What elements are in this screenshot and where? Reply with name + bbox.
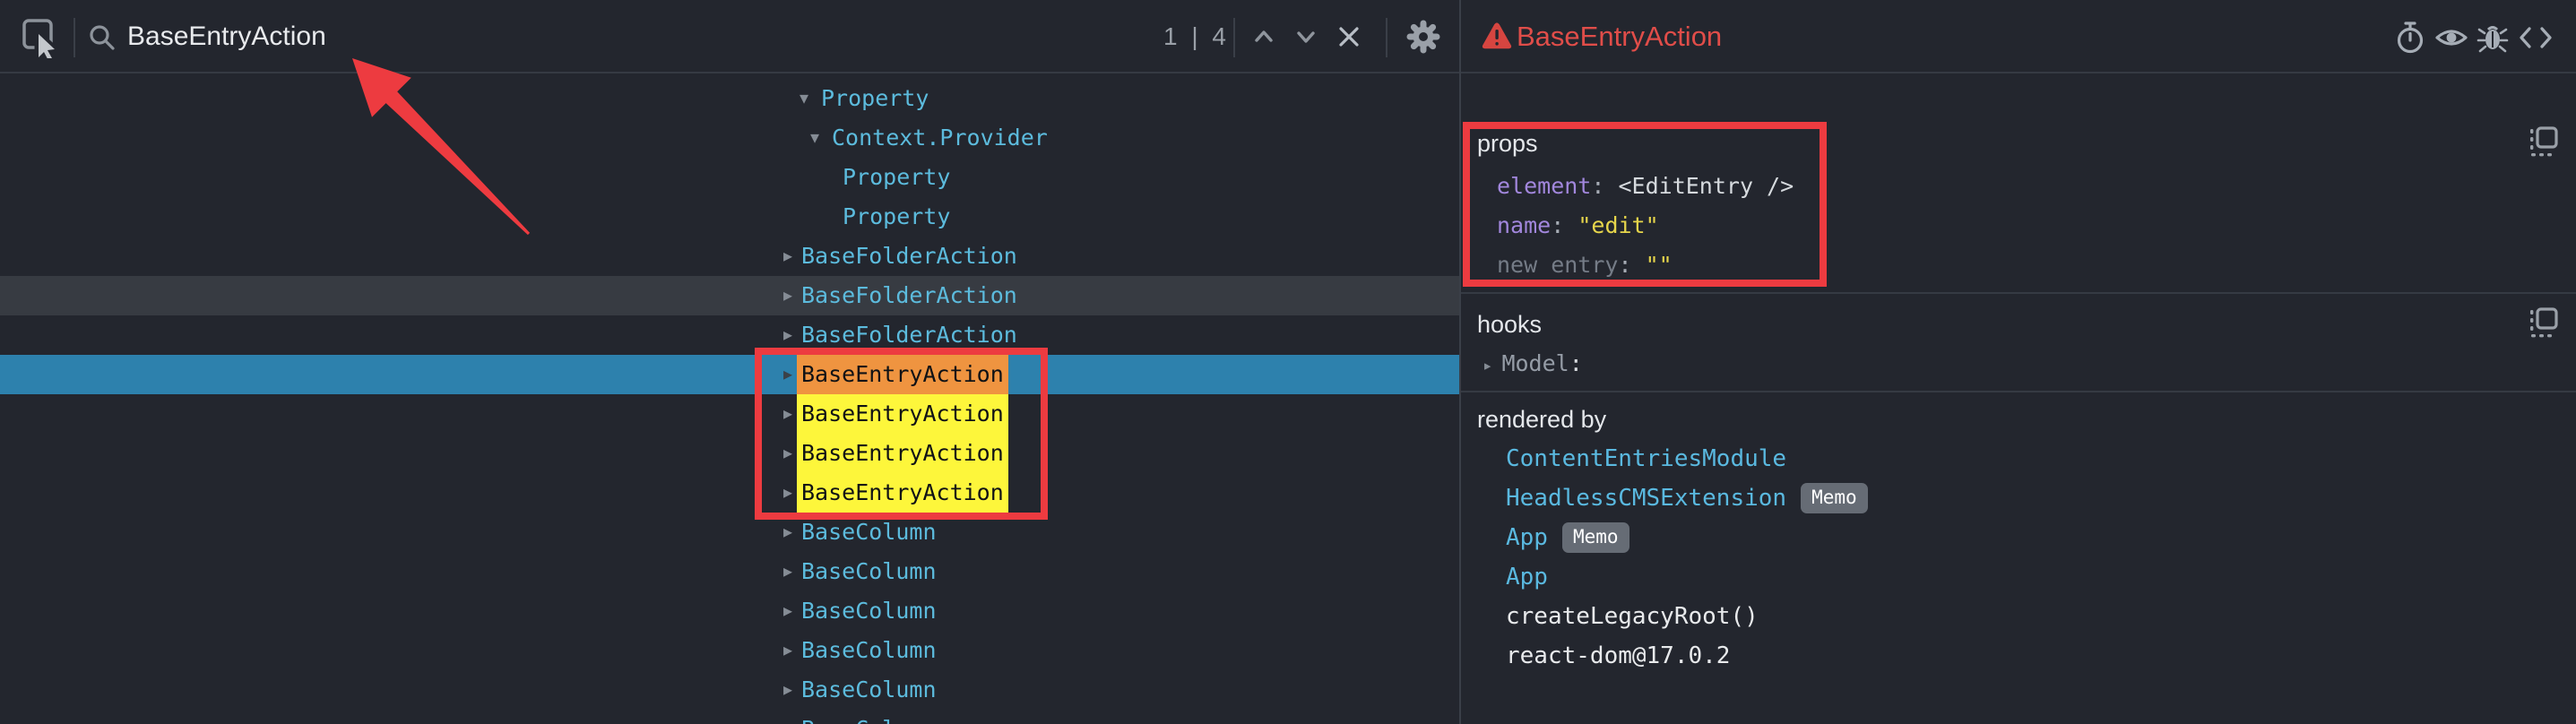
chevron-right-icon[interactable]: ▸ [783, 237, 792, 276]
selected-component-title: BaseEntryAction [1517, 0, 1722, 73]
selected-element-header: BaseEntryAction [1461, 0, 2576, 73]
tree-row[interactable]: ▾ Property [0, 79, 1459, 118]
chevron-right-icon[interactable]: ▸ [783, 710, 792, 724]
copy-hooks-button[interactable] [2528, 306, 2560, 340]
chevron-right-icon[interactable]: ▸ [783, 513, 792, 552]
rendered-by-root: createLegacyRoot() [1506, 597, 1759, 636]
clear-search-button[interactable] [1329, 17, 1369, 56]
props-section-label: props [1477, 124, 1538, 163]
chevron-down-icon[interactable]: ▾ [810, 118, 819, 158]
tree-row[interactable]: ▸ BaseEntryAction [0, 473, 1459, 513]
bug-icon [2477, 21, 2509, 55]
prop-row[interactable]: element: <EditEntry /> [1497, 167, 1794, 206]
inspect-cursor-icon [20, 17, 59, 58]
tree-row-selected[interactable]: ▸ BaseEntryAction [0, 355, 1459, 394]
suspend-component-button[interactable] [2391, 20, 2429, 56]
tree-row[interactable]: ▸ BaseColumn [0, 513, 1459, 552]
memo-badge: Memo [1801, 483, 1868, 513]
chevron-right-icon[interactable]: ▸ [783, 276, 792, 315]
close-icon [1335, 22, 1363, 51]
tree-row[interactable]: ▾ Context.Provider [0, 118, 1459, 158]
tree-row[interactable]: ▸ BaseColumn [0, 670, 1459, 710]
components-tree-panel: 1 | 4 [0, 0, 1459, 724]
search-icon [88, 23, 117, 52]
code-brackets-icon [2518, 23, 2554, 52]
prop-row[interactable]: name: "edit" [1497, 206, 1659, 246]
copy-props-button[interactable] [2528, 125, 2560, 159]
copy-icon [2528, 125, 2560, 159]
inspect-dom-element-button[interactable] [2433, 20, 2470, 56]
hooks-section-label: hooks [1477, 305, 1542, 344]
inspect-element-button[interactable] [20, 18, 59, 57]
tree-row-hovered[interactable]: ▸ BaseFolderAction [0, 276, 1459, 315]
toolbar-divider [1386, 18, 1387, 57]
chevron-right-icon[interactable]: ▸ [783, 670, 792, 710]
tree-row[interactable]: ▸ BaseEntryAction [0, 434, 1459, 473]
hook-row[interactable]: ▸Model: [1482, 344, 1583, 384]
components-toolbar: 1 | 4 [0, 0, 1459, 73]
settings-button[interactable] [1404, 17, 1443, 56]
rendered-by-owner[interactable]: ContentEntriesModule [1506, 439, 1786, 478]
section-divider [1461, 292, 2576, 294]
selected-element-panel: BaseEntryAction [1461, 0, 2576, 724]
memo-badge: Memo [1562, 522, 1629, 553]
chevron-right-icon[interactable]: ▸ [783, 473, 792, 513]
toolbar-divider [73, 18, 75, 57]
rendered-by-owner[interactable]: App [1506, 557, 1548, 597]
chevron-up-icon [1250, 23, 1277, 50]
tree-row[interactable]: ▸ BaseColumn [0, 591, 1459, 631]
prop-row-new-entry[interactable]: new entry: "" [1497, 246, 1673, 285]
warning-icon [1481, 22, 1513, 52]
tree-row[interactable]: ▸ BaseEntryAction [0, 394, 1459, 434]
chevron-down-icon[interactable]: ▾ [800, 79, 808, 118]
copy-icon [2528, 306, 2560, 340]
gear-icon [1405, 19, 1441, 55]
tree-row[interactable]: ▸ BaseColumn [0, 710, 1459, 724]
chevron-right-icon[interactable]: ▸ [1482, 356, 1492, 375]
view-source-button[interactable] [2517, 20, 2554, 56]
tree-row[interactable]: Property [0, 158, 1459, 197]
toolbar-divider [1233, 18, 1235, 57]
rendered-by-version: react-dom@17.0.2 [1506, 636, 1730, 676]
chevron-right-icon[interactable]: ▸ [783, 434, 792, 473]
tree-row[interactable]: ▸ BaseColumn [0, 552, 1459, 591]
tree-row[interactable]: ▸ BaseColumn [0, 631, 1459, 670]
chevron-right-icon[interactable]: ▸ [783, 552, 792, 591]
search-input[interactable] [127, 0, 1095, 73]
search-result-count: 1 | 4 [1163, 0, 1230, 73]
rendered-by-label: rendered by [1477, 400, 1606, 439]
stopwatch-icon [2394, 21, 2426, 55]
log-component-data-button[interactable] [2474, 20, 2511, 56]
chevron-right-icon[interactable]: ▸ [783, 631, 792, 670]
chevron-right-icon[interactable]: ▸ [783, 591, 792, 631]
rendered-by-owner[interactable]: HeadlessCMSExtensionMemo [1506, 478, 1868, 518]
component-tree: ▾ Property ▾ Context.Provider Property P… [0, 75, 1459, 724]
chevron-right-icon[interactable]: ▸ [783, 315, 792, 355]
eye-icon [2434, 22, 2468, 54]
chevron-down-icon [1292, 23, 1319, 50]
chevron-right-icon[interactable]: ▸ [783, 394, 792, 434]
section-divider [1461, 391, 2576, 392]
tree-row[interactable]: Property [0, 197, 1459, 237]
chevron-right-icon[interactable]: ▸ [783, 355, 792, 394]
rendered-by-owner[interactable]: AppMemo [1506, 518, 1629, 557]
tree-row[interactable]: ▸ BaseFolderAction [0, 237, 1459, 276]
next-match-button[interactable] [1286, 17, 1326, 56]
previous-match-button[interactable] [1244, 17, 1284, 56]
tree-row[interactable]: ▸ BaseFolderAction [0, 315, 1459, 355]
